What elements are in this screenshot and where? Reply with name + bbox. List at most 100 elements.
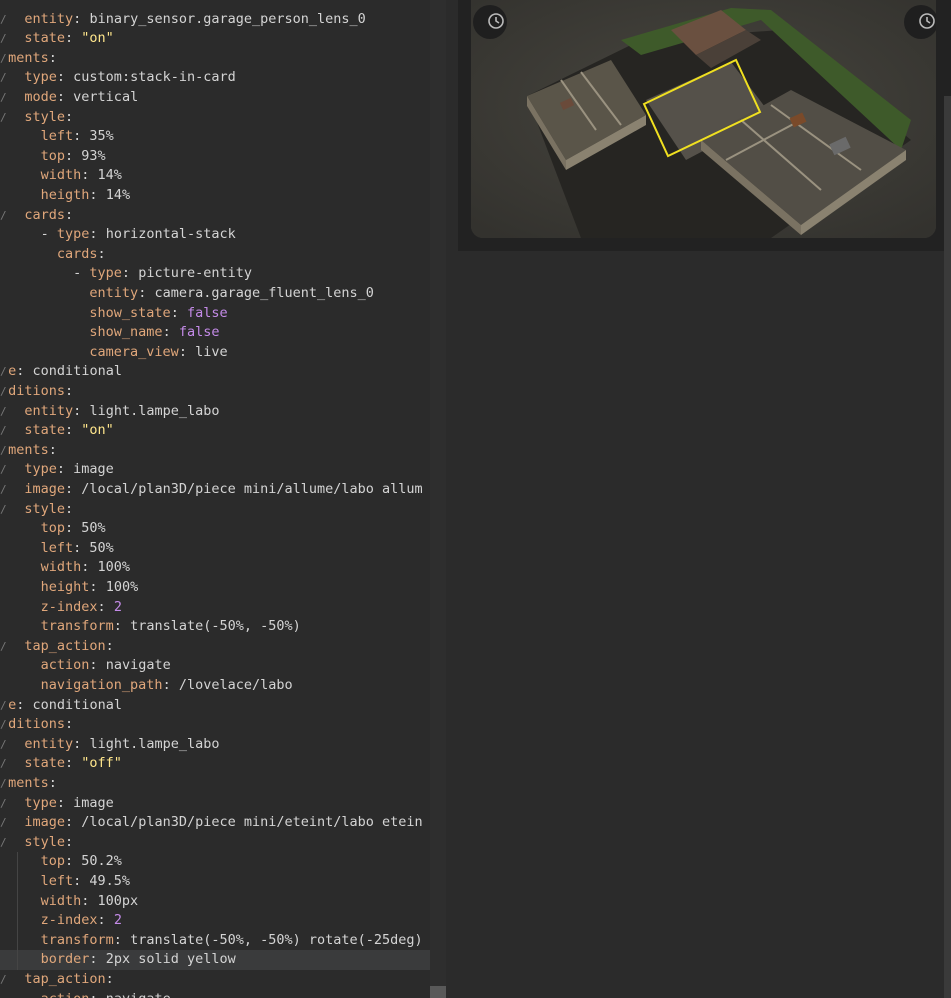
code-line[interactable]: height: 100% (0, 578, 139, 598)
fold-marker[interactable]: / (0, 206, 7, 226)
floorplan-image[interactable] (471, 0, 936, 238)
yaml-key: left (40, 539, 74, 556)
floorplan-card[interactable] (471, 0, 936, 238)
code-line[interactable]: - type: picture-entity (0, 264, 252, 284)
fold-marker[interactable]: / (0, 715, 7, 735)
code-line[interactable]: tap_action: (0, 637, 113, 657)
fold-marker[interactable]: / (0, 402, 7, 422)
yaml-key: style (24, 500, 66, 517)
yaml-colon: : (65, 520, 82, 537)
code-line[interactable]: e: conditional (0, 362, 122, 382)
yaml-value: navigate (105, 657, 171, 674)
yaml-colon: : (56, 461, 74, 478)
code-line[interactable]: width: 100% (0, 558, 130, 578)
code-line[interactable]: top: 50% (0, 519, 106, 539)
yaml-value: 2 (113, 912, 122, 929)
code-line[interactable]: e: conditional (0, 696, 122, 716)
yaml-colon: : (89, 657, 106, 674)
code-line[interactable]: style: (0, 833, 73, 853)
fold-marker[interactable]: / (0, 441, 7, 461)
yaml-value: image (73, 461, 114, 478)
fold-marker[interactable]: / (0, 49, 7, 69)
code-line[interactable]: entity: camera.garage_fluent_lens_0 (0, 284, 374, 304)
fold-marker[interactable]: / (0, 108, 7, 128)
yaml-colon: : (97, 245, 106, 262)
code-line[interactable]: style: (0, 108, 73, 128)
fold-marker[interactable]: / (0, 362, 7, 382)
code-line[interactable]: type: custom:stack-in-card (0, 68, 235, 88)
fold-marker[interactable]: / (0, 754, 7, 774)
code-line[interactable]: action: navigate (0, 656, 171, 676)
code-line[interactable]: left: 49.5% (0, 872, 130, 892)
code-line[interactable]: cards: (0, 206, 73, 226)
code-line[interactable]: transform: translate(-50%, -50%) rotate(… (0, 931, 423, 951)
yaml-value: light.lampe_labo (89, 402, 220, 419)
fold-marker[interactable]: / (0, 833, 7, 853)
code-line[interactable]: heigth: 14% (0, 186, 130, 206)
fold-marker[interactable]: / (0, 696, 7, 716)
code-line[interactable]: ditions: (0, 715, 73, 735)
yaml-code-editor[interactable]: entity: binary_sensor.garage_person_lens… (0, 0, 430, 998)
code-line[interactable]: camera_view: live (0, 343, 227, 363)
yaml-value: 100% (105, 578, 139, 595)
code-line[interactable]: show_name: false (0, 323, 219, 343)
history-button-left[interactable] (473, 5, 507, 39)
code-line[interactable]: width: 14% (0, 166, 122, 186)
code-line[interactable]: state: "off" (0, 754, 122, 774)
code-line[interactable]: left: 35% (0, 127, 114, 147)
code-line[interactable]: entity: binary_sensor.garage_person_lens… (0, 10, 365, 30)
code-line[interactable]: transform: translate(-50%, -50%) (0, 617, 301, 637)
yaml-value: "off" (81, 755, 122, 772)
fold-marker[interactable]: / (0, 637, 7, 657)
code-line[interactable]: state: "on" (0, 421, 113, 441)
code-line[interactable]: top: 50.2% (0, 852, 122, 872)
fold-marker[interactable]: / (0, 813, 7, 833)
code-line[interactable]: z-index: 2 (0, 911, 122, 931)
fold-marker[interactable]: / (0, 88, 7, 108)
code-line[interactable]: type: image (0, 794, 113, 814)
code-line[interactable]: mode: vertical (0, 88, 138, 108)
fold-marker[interactable]: / (0, 68, 7, 88)
fold-marker[interactable]: / (0, 29, 7, 49)
fold-marker[interactable]: / (0, 10, 7, 30)
code-line[interactable]: image: /local/plan3D/piece mini/allume/l… (0, 480, 422, 500)
code-line[interactable]: image: /local/plan3D/piece mini/eteint/l… (0, 813, 422, 833)
code-line[interactable]: style: (0, 500, 73, 520)
code-line[interactable]: - type: horizontal-stack (0, 225, 236, 245)
fold-marker[interactable]: / (0, 735, 7, 755)
fold-marker[interactable]: / (0, 480, 7, 500)
code-line[interactable]: ments: (0, 49, 57, 69)
code-line[interactable]: ments: (0, 774, 57, 794)
fold-marker[interactable]: / (0, 460, 7, 480)
editor-scrollbar[interactable] (430, 0, 446, 998)
fold-marker[interactable]: / (0, 774, 7, 794)
preview-scrollbar[interactable] (944, 96, 951, 998)
fold-marker[interactable]: / (0, 970, 7, 990)
fold-marker[interactable]: / (0, 421, 7, 441)
code-line[interactable]: state: "on" (0, 29, 113, 49)
code-line[interactable]: width: 100px (0, 892, 139, 912)
code-line[interactable]: entity: light.lampe_labo (0, 402, 219, 422)
fold-marker[interactable]: / (0, 500, 7, 520)
code-line[interactable]: navigation_path: /lovelace/labo (0, 676, 293, 696)
yaml-value: 14% (97, 167, 122, 184)
fold-marker[interactable]: / (0, 794, 7, 814)
code-line[interactable]: tap_action: (0, 970, 113, 990)
code-line[interactable]: action: navigate (0, 990, 171, 998)
code-line[interactable]: left: 50% (0, 539, 114, 559)
code-line[interactable]: ditions: (0, 382, 73, 402)
fold-marker[interactable]: / (0, 382, 7, 402)
code-line[interactable]: ments: (0, 441, 57, 461)
code-line[interactable]: border: 2px solid yellow (0, 950, 430, 970)
code-line[interactable]: show_state: false (0, 304, 227, 324)
code-line[interactable]: entity: light.lampe_labo (0, 735, 219, 755)
code-line[interactable]: type: image (0, 460, 114, 480)
code-line[interactable]: cards: (0, 245, 106, 265)
code-line[interactable]: top: 93% (0, 147, 106, 167)
code-line[interactable]: z-index: 2 (0, 598, 122, 618)
yaml-key: type (24, 69, 57, 86)
editor-scrollbar-thumb[interactable] (430, 986, 446, 998)
